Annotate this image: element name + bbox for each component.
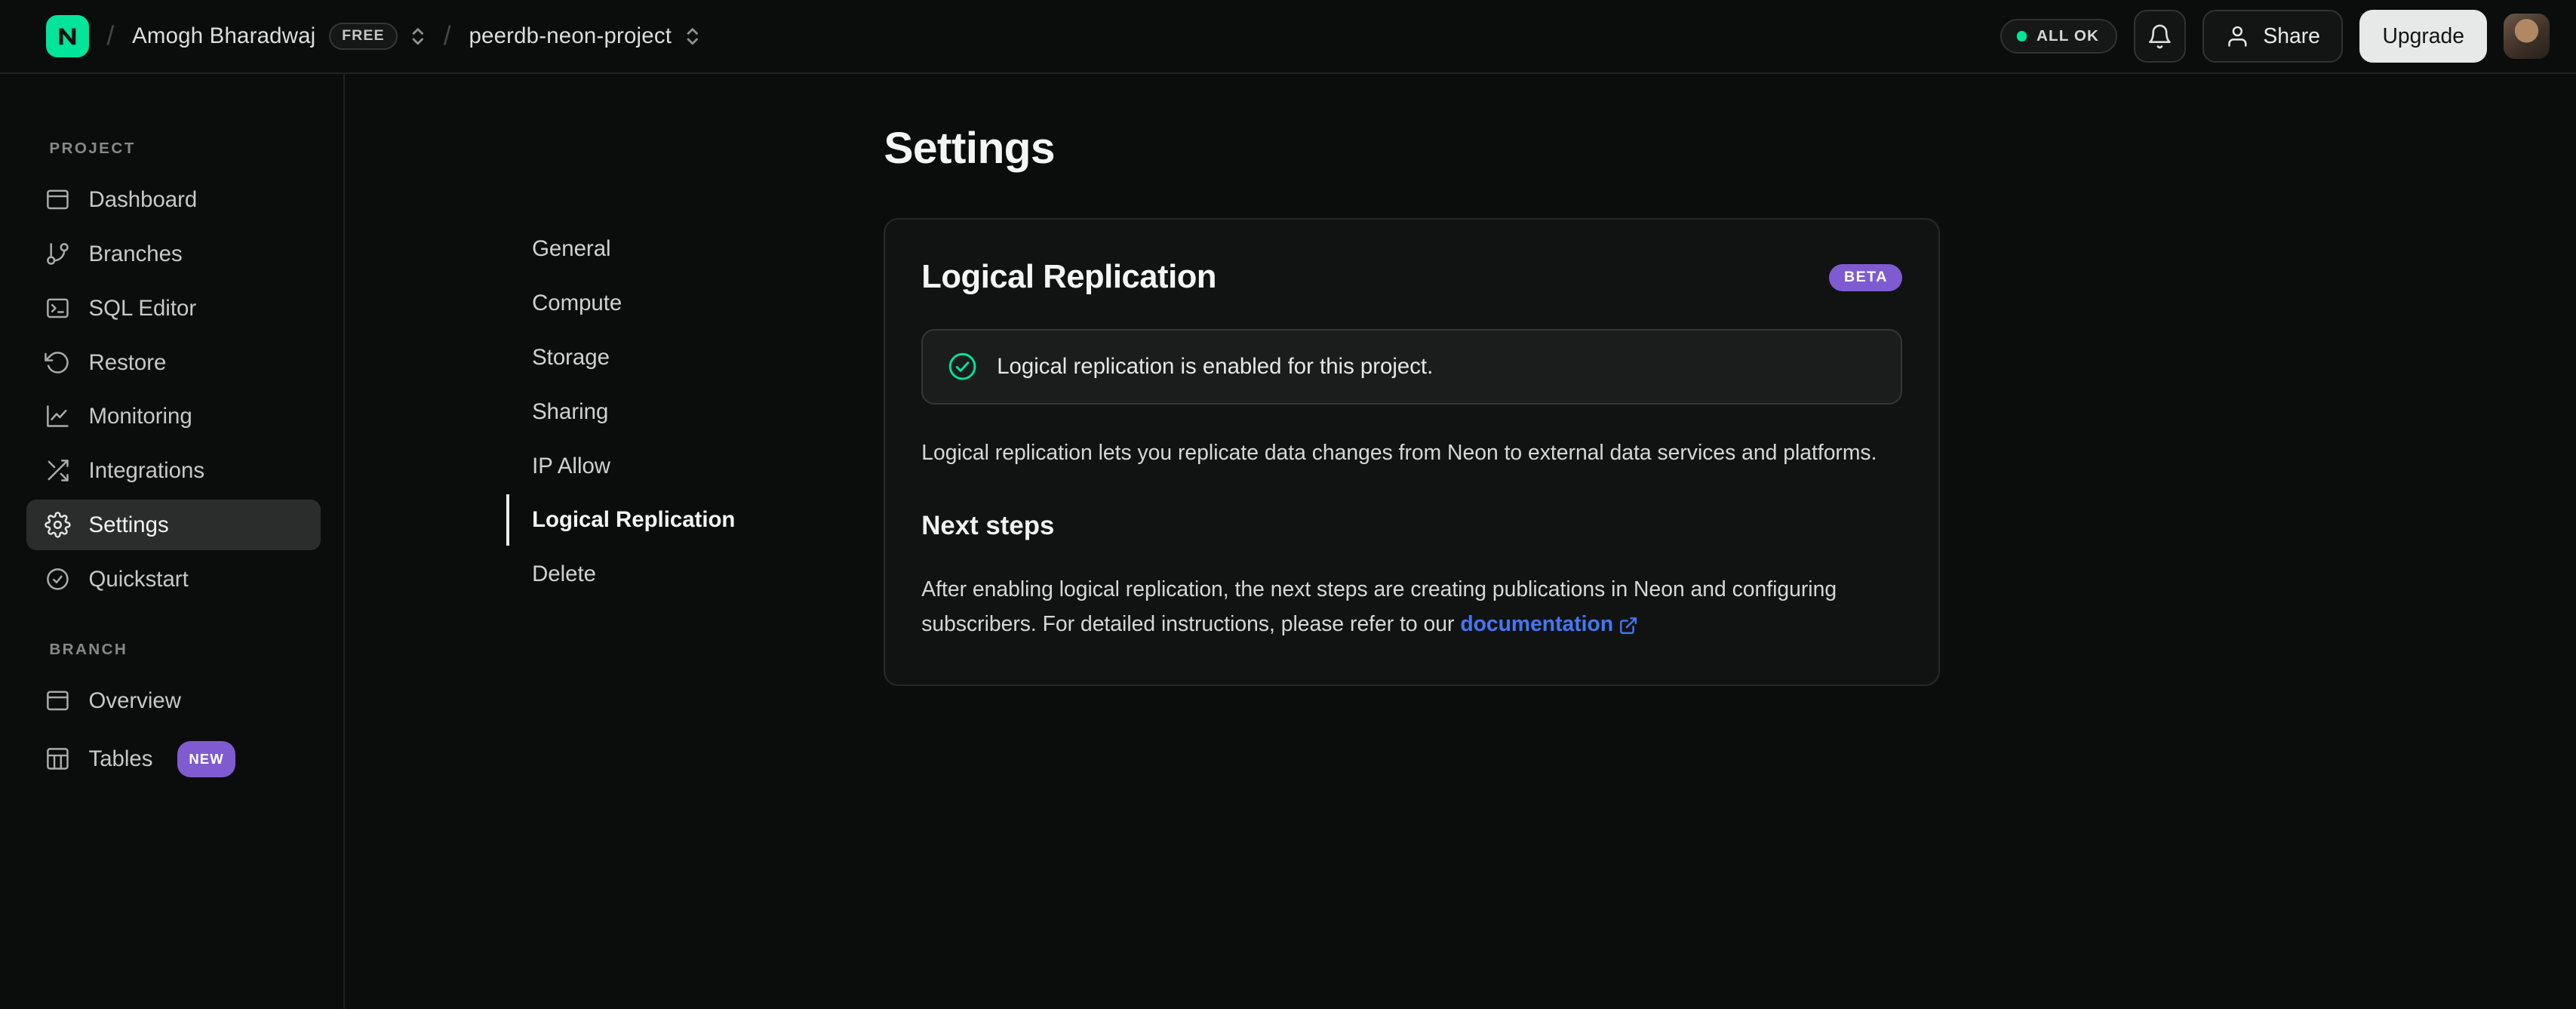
sidebar-section-branch: BRANCH Overview Tables NEW (0, 641, 343, 789)
settings-nav-item-storage[interactable]: Storage (506, 332, 884, 383)
sidebar-item-settings[interactable]: Settings (26, 499, 321, 551)
branches-icon (45, 241, 71, 267)
shell: PROJECT Dashboard Branches SQL Editor Re… (0, 73, 2576, 1009)
sidebar-item-integrations[interactable]: Integrations (26, 445, 321, 496)
status-indicator[interactable]: ALL OK (2000, 19, 2117, 54)
overview-icon (45, 688, 71, 714)
sidebar-item-tables[interactable]: Tables NEW (26, 730, 321, 789)
card-title: Logical Replication (921, 259, 1217, 296)
topbar: / Amogh Bharadwaj FREE / peerdb-neon-pro… (0, 0, 2576, 74)
upgrade-button[interactable]: Upgrade (2359, 10, 2488, 63)
status-label: ALL OK (2036, 26, 2100, 45)
banner-text: Logical replication is enabled for this … (997, 353, 1434, 379)
sidebar-item-label: Overview (88, 688, 181, 713)
neon-console: / Amogh Bharadwaj FREE / peerdb-neon-pro… (0, 0, 2576, 1009)
status-ok-dot (2016, 31, 2027, 42)
sidebar-item-overview[interactable]: Overview (26, 675, 321, 726)
card-header: Logical Replication BETA (921, 259, 1903, 296)
sidebar-item-label: Tables (88, 746, 153, 772)
sidebar-item-restore[interactable]: Restore (26, 337, 321, 387)
sidebar-item-sql-editor[interactable]: SQL Editor (26, 282, 321, 333)
sidebar: PROJECT Dashboard Branches SQL Editor Re… (0, 73, 346, 1009)
integrations-icon (45, 457, 71, 484)
restore-icon (44, 349, 71, 376)
sidebar-item-branches[interactable]: Branches (26, 229, 321, 279)
sidebar-item-label: Branches (88, 241, 183, 266)
sidebar-section-label: PROJECT (49, 140, 136, 158)
sidebar-item-label: Integrations (88, 458, 205, 484)
sidebar-section-label: BRANCH (49, 640, 128, 658)
logical-replication-card: Logical Replication BETA Logical replica… (884, 218, 1941, 686)
sidebar-item-dashboard[interactable]: Dashboard (26, 174, 321, 225)
project-name: peerdb-neon-project (469, 23, 672, 48)
settings-nav-item-delete[interactable]: Delete (506, 549, 884, 599)
sidebar-item-label: SQL Editor (88, 295, 197, 321)
sidebar-item-quickstart[interactable]: Overview Quickstart (26, 554, 321, 604)
page-title: Settings (884, 124, 1055, 174)
settings-nav-item-compute[interactable]: Compute (506, 278, 884, 328)
dashboard-icon (45, 186, 71, 213)
sql-editor-icon (45, 295, 71, 321)
plan-badge: FREE (328, 23, 398, 50)
next-steps-title: Next steps (921, 511, 1055, 541)
sidebar-item-label: Dashboard (88, 187, 198, 213)
breadcrumb-separator: / (443, 20, 451, 51)
bell-icon (2149, 24, 2171, 48)
user-icon (2228, 26, 2247, 47)
documentation-link-label: documentation (1460, 611, 1614, 636)
share-button[interactable]: Share (2203, 10, 2344, 63)
settings-content: Settings Logical Replication BETA Logica… (884, 123, 1941, 686)
sidebar-item-label: Quickstart (88, 566, 189, 592)
next-steps-text: After enabling logical replication, the … (921, 572, 1902, 641)
chevron-up-down-icon (412, 28, 424, 45)
new-badge: NEW (177, 740, 235, 777)
sidebar-section-project: PROJECT Dashboard Branches SQL Editor Re… (0, 140, 343, 604)
settings-nav-item-sharing[interactable]: Sharing (506, 386, 884, 437)
avatar[interactable] (2504, 13, 2550, 60)
beta-badge: BETA (1829, 263, 1903, 291)
sidebar-item-label: Monitoring (88, 404, 192, 429)
org-name: Amogh Bharadwaj (132, 23, 316, 48)
check-circle-icon (948, 352, 976, 380)
share-label: Share (2263, 23, 2320, 48)
chevron-up-down-icon (687, 28, 698, 45)
monitoring-icon (45, 403, 71, 429)
next-steps-text-body: After enabling logical replication, the … (921, 577, 1837, 636)
quickstart-icon (45, 566, 71, 592)
settings-nav-item-logical-replication[interactable]: Logical Replication (506, 494, 884, 546)
main-content: General Compute Storage Sharing IP Allow… (345, 74, 2576, 1009)
description-text: Logical replication lets you replicate d… (921, 439, 1877, 464)
tables-icon (45, 746, 71, 772)
neon-logo[interactable] (45, 14, 89, 58)
org-selector[interactable]: Amogh Bharadwaj FREE (132, 23, 426, 50)
notifications-button[interactable] (2133, 10, 2187, 63)
settings-icon (44, 512, 71, 538)
project-selector[interactable]: peerdb-neon-project (469, 23, 699, 49)
settings-layout: General Compute Storage Sharing IP Allow… (506, 123, 2576, 686)
settings-nav-item-general[interactable]: General (506, 223, 884, 274)
success-banner: Logical replication is enabled for this … (921, 328, 1903, 405)
topbar-actions: ALL OK Share Upgrade (2000, 10, 2550, 63)
documentation-link[interactable]: documentation (1460, 607, 1637, 641)
sidebar-item-label: Settings (88, 512, 169, 538)
sidebar-item-monitoring[interactable]: Monitoring (26, 391, 321, 441)
settings-nav-item-ip-allow[interactable]: IP Allow (506, 440, 884, 491)
breadcrumb-separator: / (106, 20, 115, 51)
settings-nav: General Compute Storage Sharing IP Allow… (506, 123, 884, 603)
neon-logo-icon (59, 28, 76, 45)
sidebar-item-label: Restore (88, 349, 167, 375)
external-link-icon (1619, 617, 1637, 635)
